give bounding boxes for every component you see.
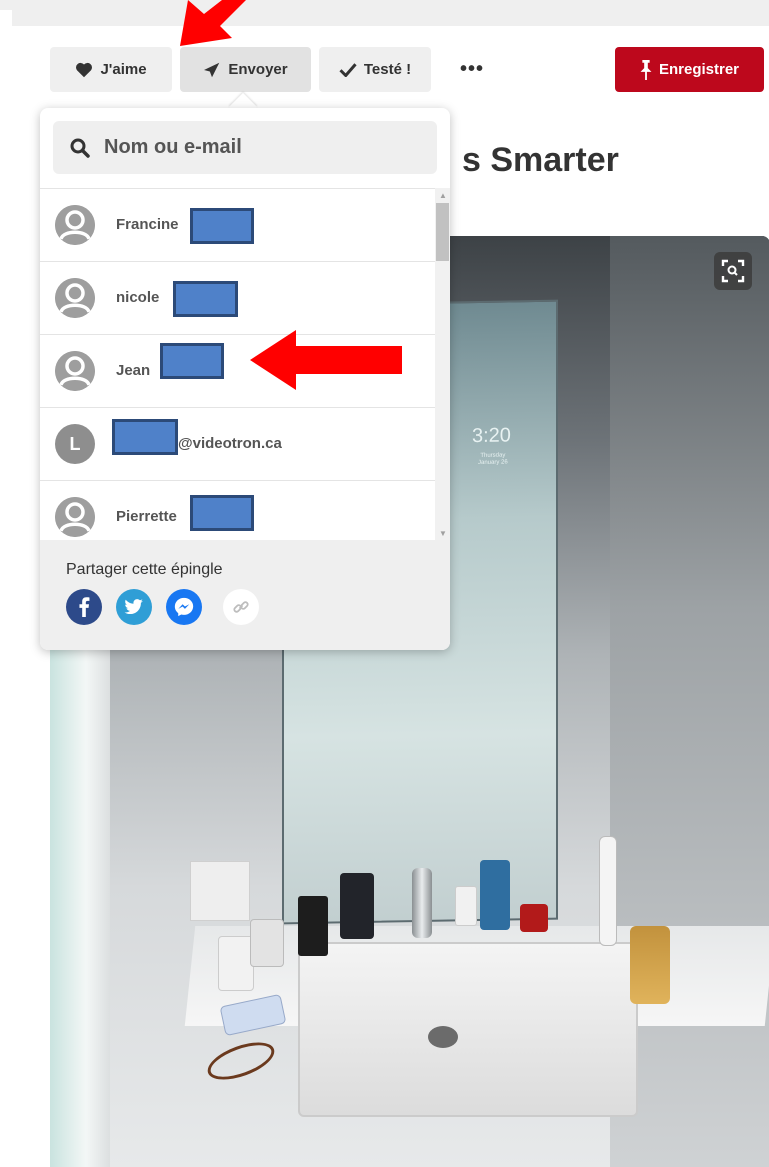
photo-light-switch (190, 861, 250, 921)
photo-sink (298, 942, 638, 1117)
contact-row[interactable]: L @videotron.ca (40, 407, 435, 480)
more-options-button[interactable]: ••• (443, 47, 501, 92)
contact-search-input[interactable] (104, 136, 404, 159)
redaction-box (173, 281, 238, 317)
photo-toothbrush (599, 836, 617, 946)
redaction-box (190, 208, 254, 244)
save-button[interactable]: Enregistrer (615, 47, 764, 92)
contact-name: Francine (116, 216, 179, 233)
twitter-icon (124, 599, 143, 615)
mirror-clock: 3:20 (472, 424, 511, 448)
like-button-label: J'aime (100, 61, 147, 78)
pin-title: s Smarter (462, 141, 619, 179)
photo-bottle (480, 860, 510, 930)
magnify-scan-icon (721, 259, 745, 283)
share-label: Partager cette épingle (66, 561, 223, 578)
photo-faucet (412, 868, 432, 938)
photo-bottle (340, 873, 374, 939)
photo-bottle (298, 896, 328, 956)
photo-oil-bottle (630, 926, 670, 1004)
photo-drain (428, 1026, 458, 1048)
checkmark-icon (339, 63, 357, 77)
messenger-icon (174, 597, 194, 617)
facebook-icon (79, 597, 90, 617)
photo-jar (520, 904, 548, 932)
scrollbar-thumb[interactable] (436, 203, 449, 261)
contact-row[interactable]: Francine (40, 188, 435, 261)
send-button[interactable]: Envoyer (180, 47, 311, 92)
copy-link-button[interactable] (223, 589, 259, 625)
contact-name: @videotron.ca (178, 435, 282, 452)
contact-name: Pierrette (116, 508, 177, 525)
like-button[interactable]: J'aime (50, 47, 172, 92)
letter-avatar: L (55, 424, 95, 464)
redaction-box (112, 419, 178, 455)
scroll-up-arrow[interactable]: ▲ (438, 190, 448, 200)
photo-cup (218, 936, 254, 991)
top-strip (0, 0, 769, 26)
scroll-down-arrow[interactable]: ▼ (438, 528, 448, 538)
pin-icon (640, 59, 652, 80)
photo-light-strip (50, 616, 110, 1167)
link-icon (233, 601, 249, 613)
send-button-label: Envoyer (228, 61, 288, 78)
send-plane-icon (204, 62, 220, 77)
annotation-arrow-down (180, 0, 246, 46)
photo-cup (250, 919, 284, 967)
search-icon (70, 138, 90, 158)
redaction-box (160, 343, 224, 379)
default-user-icon (55, 278, 95, 318)
twitter-share-button[interactable] (116, 589, 152, 625)
messenger-share-button[interactable] (166, 589, 202, 625)
default-user-icon (55, 497, 95, 537)
heart-icon (76, 62, 93, 77)
tried-button[interactable]: Testé ! (319, 47, 431, 92)
avatar-letter: L (69, 433, 81, 454)
more-dots-icon: ••• (459, 58, 484, 80)
contact-row[interactable]: nicole (40, 261, 435, 334)
contact-search-box[interactable] (53, 121, 437, 174)
tried-button-label: Testé ! (363, 61, 412, 78)
save-button-label: Enregistrer (658, 61, 740, 78)
share-section: Partager cette épingle (40, 540, 450, 650)
top-strip-edge (0, 10, 12, 26)
annotation-arrow-left (250, 330, 402, 390)
contact-name: nicole (116, 289, 160, 306)
contact-row[interactable]: Pierrette (40, 480, 435, 540)
default-user-icon (55, 351, 95, 391)
mirror-date: Thursday January 26 (478, 452, 508, 466)
facebook-share-button[interactable] (66, 589, 102, 625)
visual-search-button[interactable] (714, 252, 752, 290)
contact-name: Jean (116, 362, 151, 379)
photo-bottle (455, 886, 477, 926)
redaction-box (190, 495, 254, 531)
photo-glasses (202, 1034, 280, 1088)
default-user-icon (55, 205, 95, 245)
